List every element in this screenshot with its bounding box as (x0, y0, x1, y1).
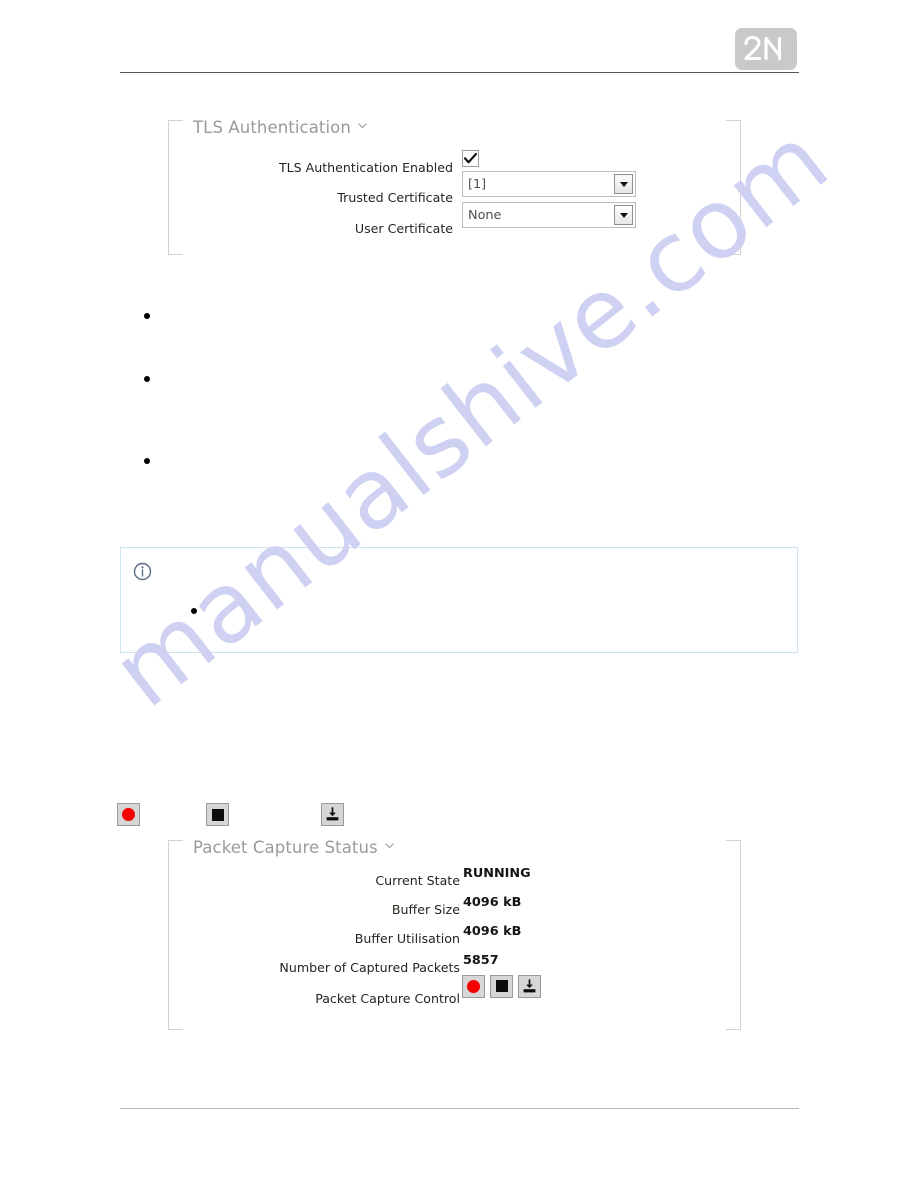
tls-authentication-panel: TLS Authentication TLS Authentication En… (168, 118, 741, 255)
tls-panel-title-text: TLS Authentication (193, 118, 351, 137)
download-icon[interactable] (321, 803, 344, 826)
red-circle-glyph (467, 979, 480, 993)
record-icon[interactable] (117, 803, 140, 826)
user-certificate-value: None (468, 207, 502, 223)
footer-rule (120, 1108, 799, 1109)
user-certificate-dropdown-arrow[interactable] (614, 205, 633, 225)
record-button[interactable] (462, 974, 485, 998)
label-user-certificate: User Certificate (354, 221, 453, 236)
chevron-down-icon[interactable] (358, 121, 367, 130)
list-item-bullet (144, 313, 150, 319)
panel-bracket-right (726, 840, 741, 1030)
chevron-down-icon[interactable] (385, 841, 394, 850)
list-item-bullet (144, 376, 150, 382)
black-square-glyph (495, 980, 508, 992)
tls-authentication-enabled-checkbox[interactable] (462, 149, 479, 167)
black-square-glyph (211, 808, 224, 821)
tls-panel-title[interactable]: TLS Authentication (193, 118, 373, 137)
inline-stop-icon[interactable] (206, 803, 229, 826)
value-number-of-captured-packets: 5857 (463, 952, 499, 968)
info-circle-icon (133, 562, 152, 581)
inline-record-icon[interactable] (117, 803, 140, 826)
label-buffer-utilisation: Buffer Utilisation (354, 931, 460, 946)
label-buffer-size: Buffer Size (391, 902, 460, 917)
user-certificate-select[interactable]: None (462, 202, 636, 228)
label-tls-authentication-enabled: TLS Authentication Enabled (278, 160, 453, 175)
label-current-state: Current State (375, 873, 460, 888)
info-note-box (120, 547, 798, 653)
label-trusted-certificate: Trusted Certificate (337, 190, 453, 205)
value-buffer-utilisation: 4096 kB (463, 923, 522, 939)
panel-bracket-left (168, 840, 183, 1030)
packet-capture-status-panel: Packet Capture Status Current State RUNN… (168, 838, 741, 1030)
brand-logo-2n (735, 28, 797, 70)
packet-capture-panel-title-text: Packet Capture Status (193, 838, 378, 857)
header-rule (120, 72, 799, 73)
packet-capture-panel-title[interactable]: Packet Capture Status (193, 838, 400, 857)
list-item-bullet (144, 458, 150, 464)
stop-button[interactable] (490, 974, 513, 998)
chevron-down-icon (619, 212, 628, 218)
chevron-down-icon (619, 181, 628, 187)
value-current-state: RUNNING (463, 865, 531, 881)
trusted-certificate-select[interactable]: [1] (462, 171, 636, 197)
label-number-of-captured-packets: Number of Captured Packets (279, 960, 460, 975)
trusted-certificate-dropdown-arrow[interactable] (614, 174, 633, 194)
value-buffer-size: 4096 kB (463, 894, 522, 910)
stop-icon[interactable] (206, 803, 229, 826)
document-page: manualshive.com TLS Authentication TLS A… (0, 0, 918, 1188)
inline-download-icon[interactable] (321, 803, 344, 826)
download-button[interactable] (518, 974, 541, 998)
panel-bracket-right (726, 120, 741, 255)
label-packet-capture-control: Packet Capture Control (315, 991, 460, 1006)
trusted-certificate-value: [1] (468, 176, 487, 192)
red-circle-glyph (122, 808, 135, 821)
panel-bracket-left (168, 120, 183, 255)
info-list-item-bullet (191, 608, 197, 614)
